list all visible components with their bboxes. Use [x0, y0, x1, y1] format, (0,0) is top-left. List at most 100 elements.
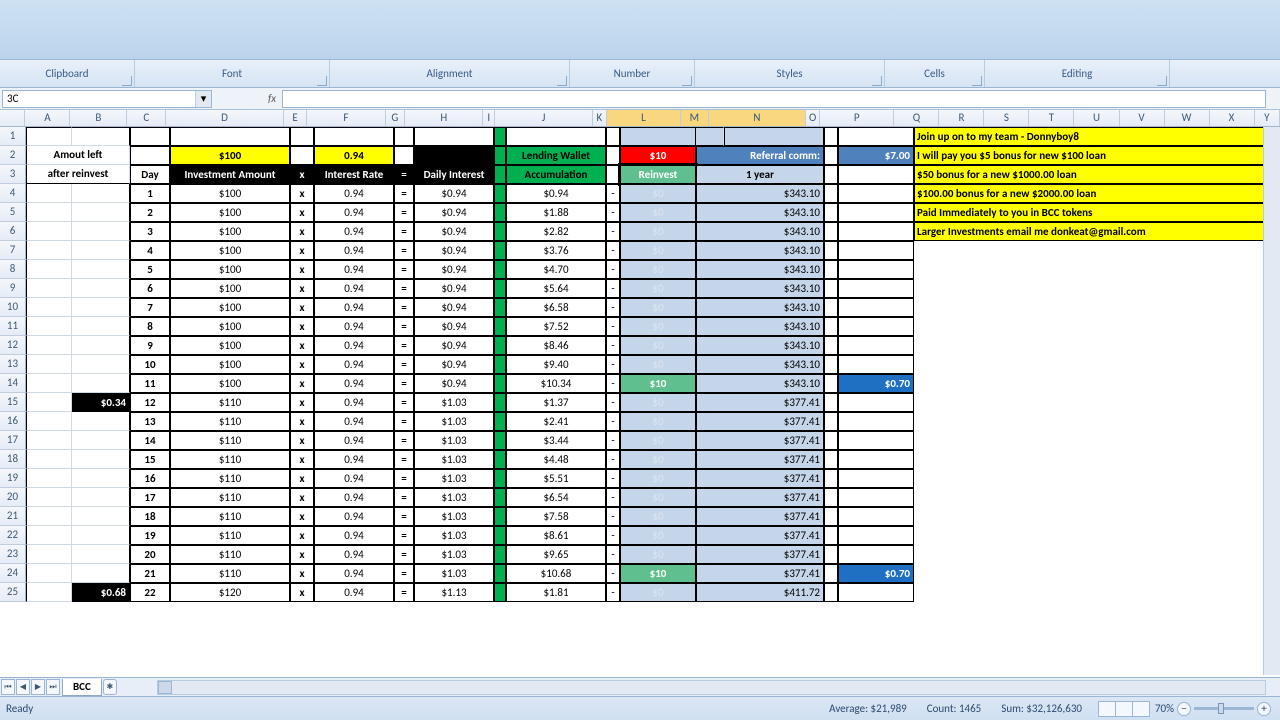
column-header-U[interactable]: U [1074, 110, 1119, 126]
cell-K[interactable]: - [606, 412, 620, 431]
note-line-3[interactable]: $50 bonus for a new $1000.00 loan [914, 165, 1274, 184]
cell-day[interactable]: 19 [130, 526, 170, 545]
cell-I[interactable] [494, 298, 506, 317]
cell-I[interactable] [494, 317, 506, 336]
cell-accumulation[interactable]: $7.58 [506, 507, 606, 526]
cell-K[interactable]: - [606, 545, 620, 564]
cell-amount-left[interactable] [72, 279, 130, 298]
cell-A[interactable] [26, 203, 72, 222]
cell-accumulation[interactable]: $1.81 [506, 583, 606, 602]
cell-referral-p[interactable] [838, 393, 914, 412]
zoom-out-button[interactable]: − [1177, 702, 1191, 716]
column-header-A[interactable]: A [25, 110, 70, 126]
cell-E[interactable]: x [290, 545, 314, 564]
cell-amount-left[interactable] [72, 336, 130, 355]
cell-referral-p[interactable] [838, 298, 914, 317]
cell-rate[interactable]: 0.94 [314, 317, 394, 336]
cell-day[interactable]: 1 [130, 184, 170, 203]
dialog-launcher-icon[interactable] [557, 76, 567, 86]
cell-K[interactable]: - [606, 203, 620, 222]
cell-G[interactable]: = [394, 279, 414, 298]
column-header-J[interactable]: J [495, 110, 593, 126]
cell-I[interactable] [494, 355, 506, 374]
row-header-5[interactable]: 5 [0, 203, 26, 222]
cell-I[interactable] [494, 450, 506, 469]
cell-1year[interactable]: $377.41 [696, 450, 824, 469]
column-header-S[interactable]: S [984, 110, 1029, 126]
cell-G[interactable]: = [394, 336, 414, 355]
note-line-1[interactable]: Join up on to my team - Donnyboy8 [914, 127, 1274, 146]
cell-accumulation[interactable]: $7.52 [506, 317, 606, 336]
row-header-10[interactable]: 10 [0, 298, 26, 317]
cell-daily-interest[interactable]: $0.94 [414, 336, 494, 355]
cell-A[interactable] [26, 317, 72, 336]
cell-reinvest[interactable]: $0 [620, 450, 696, 469]
cell-H[interactable] [414, 146, 494, 165]
cell-O[interactable] [824, 317, 838, 336]
cell-A[interactable] [26, 279, 72, 298]
cell-1year[interactable]: $343.10 [696, 336, 824, 355]
cell-investment[interactable]: $100 [170, 203, 290, 222]
horizontal-scroll-thumb[interactable] [158, 681, 172, 694]
header-1year[interactable]: 1 year [696, 165, 824, 184]
cell-rate[interactable]: 0.94 [314, 488, 394, 507]
cell-referral-p[interactable] [838, 450, 914, 469]
cell-G[interactable]: = [394, 298, 414, 317]
zoom-in-button[interactable]: + [1257, 702, 1271, 716]
cell-amount-left[interactable] [72, 374, 130, 393]
cell-P[interactable] [838, 165, 914, 184]
cell-rate[interactable]: 0.94 [314, 203, 394, 222]
cell-A[interactable] [26, 393, 72, 412]
first-sheet-button[interactable]: ⏮ [1, 679, 15, 695]
cell-J[interactable] [506, 127, 606, 146]
cell-daily-interest[interactable]: $1.03 [414, 526, 494, 545]
cell-rate[interactable]: 0.94 [314, 507, 394, 526]
cell-amount-left[interactable]: $0.34 [72, 393, 130, 412]
cell-C[interactable] [130, 127, 170, 146]
cell-day[interactable]: 16 [130, 469, 170, 488]
dialog-launcher-icon[interactable] [972, 76, 982, 86]
cell-reinvest[interactable]: $0 [620, 431, 696, 450]
cell-1year[interactable]: $377.41 [696, 564, 824, 583]
cell-rate[interactable]: 0.94 [314, 260, 394, 279]
cell-E[interactable]: x [290, 393, 314, 412]
cell-G[interactable] [394, 146, 414, 165]
cell-I[interactable] [494, 412, 506, 431]
cell-accumulation[interactable]: $4.70 [506, 260, 606, 279]
cell-accumulation[interactable]: $3.76 [506, 241, 606, 260]
header-accumulation[interactable]: Accumulation [506, 165, 606, 184]
column-header-Y[interactable]: Y [1255, 110, 1280, 126]
cell-O[interactable] [824, 412, 838, 431]
row-header-18[interactable]: 18 [0, 450, 26, 469]
cell-A[interactable] [26, 469, 72, 488]
cell-O[interactable] [824, 355, 838, 374]
cell-E[interactable]: x [290, 526, 314, 545]
cell-investment[interactable]: $110 [170, 488, 290, 507]
cell-investment[interactable]: $110 [170, 393, 290, 412]
cell-rate[interactable]: 0.94 [314, 450, 394, 469]
cell-P[interactable] [838, 127, 914, 146]
cell-E[interactable]: x [290, 260, 314, 279]
cell-A[interactable] [26, 545, 72, 564]
cell-G[interactable]: = [394, 222, 414, 241]
cell-I[interactable] [494, 165, 506, 184]
cell-O[interactable] [824, 165, 838, 184]
cell-amount-left[interactable] [72, 526, 130, 545]
column-header-B[interactable]: B [70, 110, 127, 126]
cell-day[interactable]: 2 [130, 203, 170, 222]
cell-A[interactable] [26, 431, 72, 450]
new-sheet-button[interactable]: ✱ [103, 679, 117, 695]
row-header-7[interactable]: 7 [0, 241, 26, 260]
cell-rate[interactable]: 0.94 [314, 241, 394, 260]
cell-reinvest[interactable]: $0 [620, 469, 696, 488]
cell-I[interactable] [494, 374, 506, 393]
cell-investment[interactable]: $100 [170, 317, 290, 336]
cell-investment[interactable]: $100 [170, 279, 290, 298]
cell-rate[interactable]: 0.94 [314, 279, 394, 298]
cell-daily-interest[interactable]: $1.03 [414, 545, 494, 564]
cell-day[interactable]: 18 [130, 507, 170, 526]
cell-referral-p[interactable] [838, 222, 914, 241]
cell-daily-interest[interactable]: $0.94 [414, 374, 494, 393]
header-094[interactable]: 0.94 [314, 146, 394, 165]
cell-I[interactable] [494, 146, 506, 165]
